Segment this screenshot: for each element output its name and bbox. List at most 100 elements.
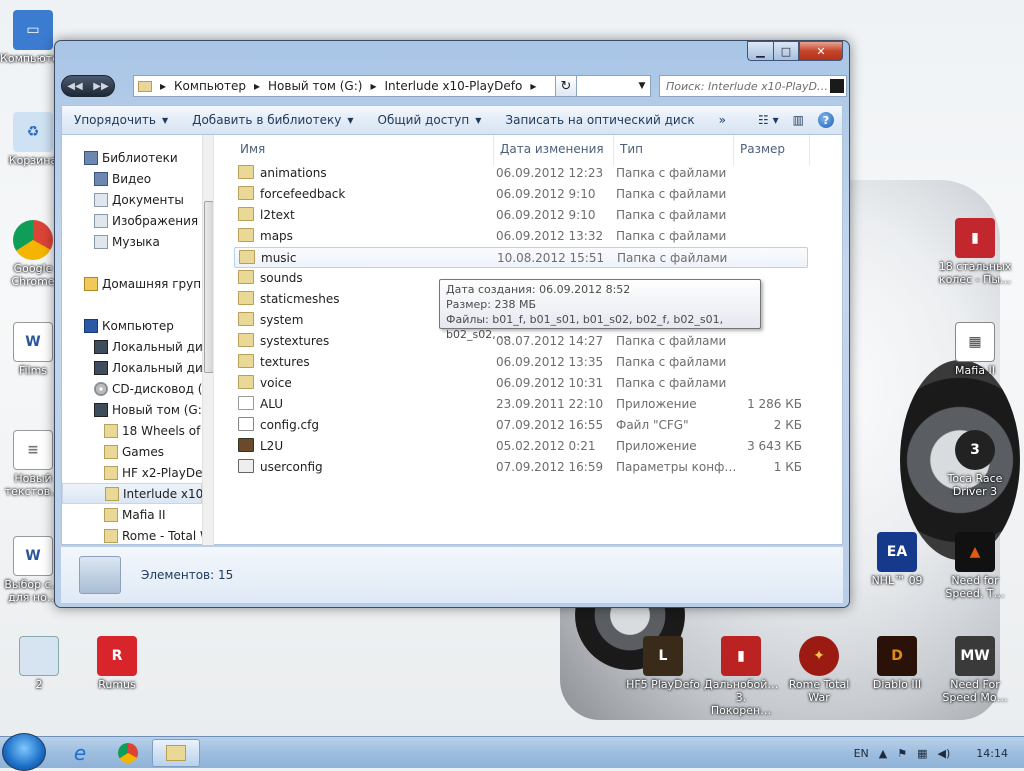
desktop-icon-mafia[interactable]: ▦ Mafia II	[938, 322, 1012, 377]
back-arrow-icon[interactable]: ◀◀	[67, 81, 82, 92]
file-date: 07.09.2012 16:55	[496, 418, 604, 432]
language-indicator[interactable]: EN	[854, 747, 869, 760]
file-row[interactable]: animations 06.09.2012 12:23 Папка с файлам…	[234, 163, 808, 184]
forward-arrow-icon[interactable]: ▶▶	[93, 81, 108, 92]
drive-icon	[94, 402, 108, 417]
column-header-date[interactable]: Дата изменения	[494, 135, 614, 165]
scrollbar-thumb[interactable]	[204, 201, 213, 373]
preview-pane-icon[interactable]: ▥	[793, 113, 804, 127]
lineage-icon: L	[643, 636, 683, 676]
file-name: sounds	[260, 271, 303, 285]
organize-button[interactable]: Упорядочить ▼	[62, 107, 180, 133]
nav-item-pictures[interactable]: Изображения	[94, 210, 198, 231]
breadcrumb-item[interactable]: Новый том (G:)	[268, 79, 362, 93]
desktop-icon-nhl[interactable]: EA NHL™ 09	[860, 532, 934, 587]
folder-icon	[238, 228, 254, 242]
file-size: 3 643 КБ	[747, 439, 802, 453]
nav-item-libraries[interactable]: Библиотеки	[84, 147, 178, 168]
nav-item-folder[interactable]: Mafia II	[104, 504, 166, 525]
start-button[interactable]	[2, 733, 46, 771]
file-row[interactable]: l2text 06.09.2012 9:10 Папка с файлами	[234, 205, 808, 226]
desktop-icon-toca[interactable]: 3 Toca Race Driver 3	[938, 430, 1012, 498]
navigation-scrollbar[interactable]	[202, 135, 213, 545]
breadcrumb-separator-icon[interactable]: ▸	[160, 79, 166, 93]
file-date: 07.09.2012 16:59	[496, 460, 604, 474]
desktop-icon-rumus[interactable]: R Rumus	[80, 636, 154, 691]
desktop-icon-18-wheels[interactable]: ▮ 18 стальных колес - Пы…	[938, 218, 1012, 286]
network-icon[interactable]: ▦	[917, 747, 927, 760]
file-row[interactable]: music 10.08.2012 15:51 Папка с файлами	[234, 247, 808, 268]
nav-item-cd-drive[interactable]: CD-дисковод (F:)	[94, 378, 213, 399]
nav-item-folder-selected[interactable]: Interlude x10-P	[62, 483, 213, 504]
nav-item-computer[interactable]: Компьютер	[84, 315, 174, 336]
nav-item-local-disk-1[interactable]: Локальный диск	[94, 336, 213, 357]
breadcrumb-separator-icon[interactable]: ▸	[530, 79, 536, 93]
desktop-icon-diablo[interactable]: D Diablo III	[860, 636, 934, 691]
search-input[interactable]: Поиск: Interlude x10-PlayD…	[659, 75, 847, 97]
breadcrumb-item[interactable]: Interlude x10-PlayDefo	[384, 79, 522, 93]
tooltip-files: Файлы: b01_f, b01_s01, b01_s02, b02_f, b…	[446, 313, 724, 341]
nav-item-folder[interactable]: Rome - Total W	[104, 525, 212, 545]
clock[interactable]: 14:14	[976, 747, 1008, 760]
file-name: ALU	[260, 397, 284, 411]
address-dropdown-icon[interactable]: ▼	[634, 76, 650, 96]
file-row[interactable]: userconfig 07.09.2012 16:59 Параметры конф…	[234, 457, 808, 478]
add-to-library-button[interactable]: Добавить в библиотеку ▼	[180, 107, 365, 133]
help-icon[interactable]: ?	[818, 112, 834, 128]
file-row[interactable]: ALU 23.09.2011 22:10 Приложение 1 286 КБ	[234, 394, 808, 415]
volume-icon[interactable]: ◀)	[938, 747, 951, 760]
column-header-name[interactable]: Имя	[234, 135, 494, 165]
desktop-icon-hf5[interactable]: L HF5 PlayDefo	[626, 636, 700, 691]
show-hidden-icons-icon[interactable]: ▲	[879, 747, 887, 760]
folder-icon	[238, 375, 254, 389]
action-center-icon[interactable]: ⚑	[897, 747, 907, 760]
file-row[interactable]: textures 06.09.2012 13:35 Папка с файлами	[234, 352, 808, 373]
maximize-button[interactable]: □	[773, 41, 799, 61]
search-icon[interactable]	[830, 79, 844, 93]
file-row[interactable]: L2U 05.02.2012 0:21 Приложение 3 643 КБ	[234, 436, 808, 457]
desktop-icon-nfs-mw[interactable]: MW Need For Speed Mo…	[938, 636, 1012, 704]
file-type: Приложение	[616, 397, 697, 411]
settings-file-icon	[238, 459, 254, 473]
more-commands-button[interactable]: »	[707, 107, 738, 133]
chrome-taskbar-icon[interactable]	[104, 739, 152, 767]
file-row[interactable]: forcefeedback 06.09.2012 9:10 Папка с файл…	[234, 184, 808, 205]
nav-item-music[interactable]: Музыка	[94, 231, 160, 252]
burn-button[interactable]: Записать на оптический диск	[493, 107, 706, 133]
drive-icon	[94, 360, 108, 375]
desktop-icon-rome[interactable]: ✦ Rome Total War	[782, 636, 856, 704]
nav-item-folder[interactable]: HF x2-PlayDefo	[104, 462, 213, 483]
file-row[interactable]: config.cfg 07.09.2012 16:55 Файл "CFG" 2 КБ	[234, 415, 808, 436]
nav-item-folder[interactable]: 18 Wheels of St	[104, 420, 213, 441]
chevron-down-icon: ▼	[475, 115, 482, 125]
share-button[interactable]: Общий доступ ▼	[366, 107, 494, 133]
refresh-button[interactable]: ↻	[555, 75, 577, 97]
breadcrumb-separator-icon[interactable]: ▸	[370, 79, 376, 93]
ie-taskbar-icon[interactable]: e	[56, 739, 104, 767]
nav-item-folder[interactable]: Games	[104, 441, 164, 462]
desktop-icon-dalnoboy[interactable]: ▮ Дальнобой… 3. Покорен…	[704, 636, 778, 717]
close-button[interactable]: ✕	[799, 41, 843, 61]
breadcrumb-separator-icon[interactable]: ▸	[254, 79, 260, 93]
nav-item-homegroup[interactable]: Домашняя группа	[84, 273, 213, 294]
rome-icon: ✦	[799, 636, 839, 676]
nav-item-video[interactable]: Видео	[94, 168, 151, 189]
explorer-taskbar-icon[interactable]	[152, 739, 200, 767]
file-row[interactable]: maps 06.09.2012 13:32 Папка с файлами	[234, 226, 808, 247]
column-header-size[interactable]: Размер	[734, 135, 810, 165]
file-row[interactable]: voice 06.09.2012 10:31 Папка с файлами	[234, 373, 808, 394]
view-options-icon[interactable]: ☷ ▾	[758, 113, 779, 127]
nav-item-local-disk-2[interactable]: Локальный диск	[94, 357, 213, 378]
file-date: 06.09.2012 9:10	[496, 187, 596, 201]
diablo-icon: D	[877, 636, 917, 676]
nav-item-new-volume[interactable]: Новый том (G:)	[94, 399, 206, 420]
nav-item-documents[interactable]: Документы	[94, 189, 184, 210]
folder-icon	[238, 207, 254, 221]
minimize-button[interactable]: ▁	[747, 41, 773, 61]
desktop-icon-file-2[interactable]: 2	[2, 636, 76, 691]
file-name: animations	[260, 166, 327, 180]
breadcrumb-item[interactable]: Компьютер	[174, 79, 246, 93]
desktop-icon-nfs[interactable]: ▲ Need for Speed. T…	[938, 532, 1012, 600]
column-header-type[interactable]: Тип	[614, 135, 734, 165]
folder-icon	[238, 333, 254, 347]
